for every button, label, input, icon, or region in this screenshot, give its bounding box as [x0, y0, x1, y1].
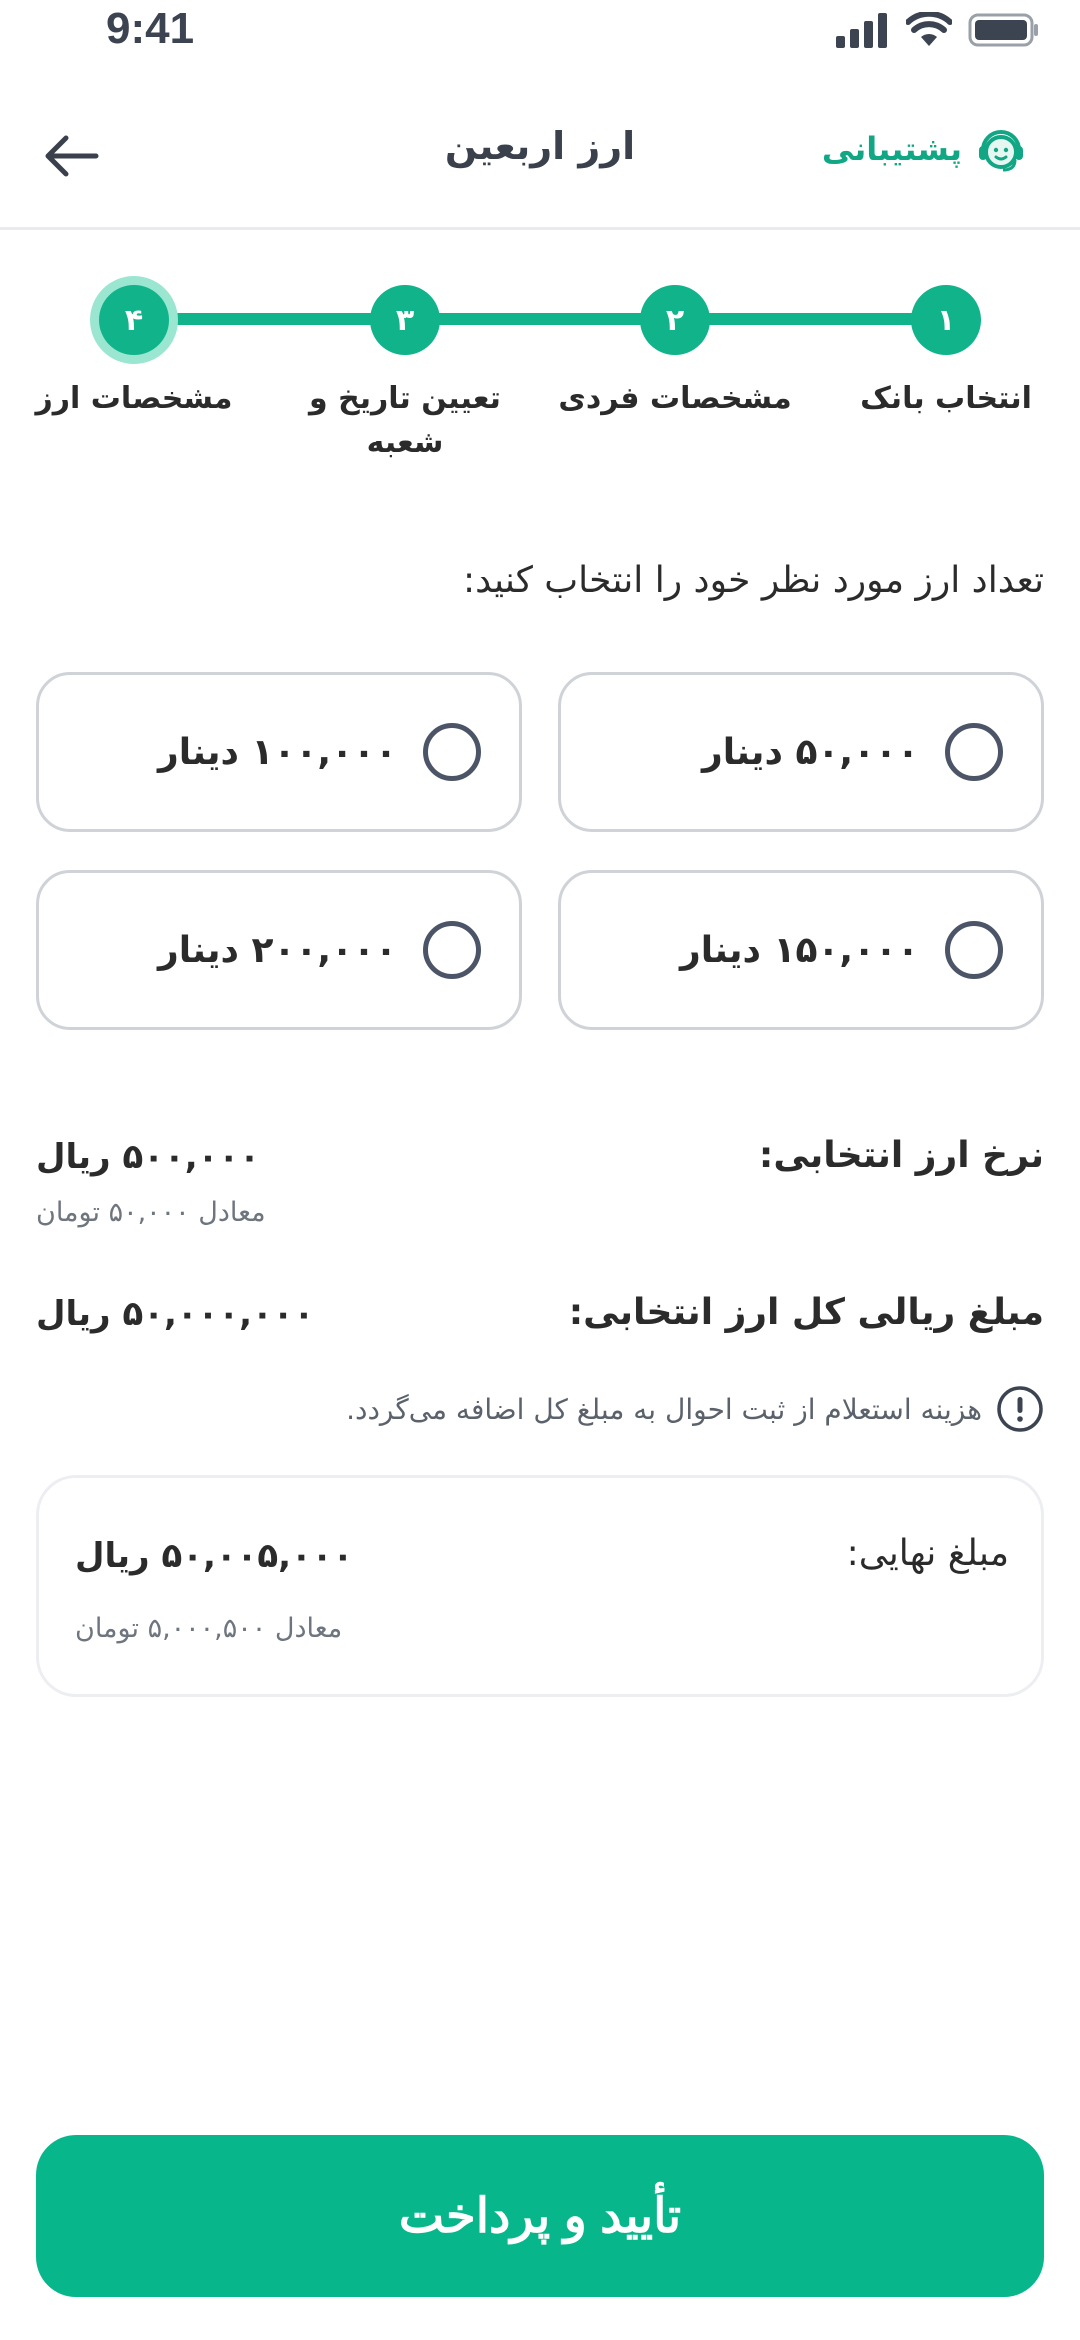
final-label: مبلغ نهایی: [846, 1533, 1009, 1574]
option-200000-dinar[interactable]: ۲۰۰,۰۰۰ دینار [36, 870, 522, 1030]
radio-button[interactable] [945, 921, 1003, 979]
total-value: ۵۰,۰۰۰,۰۰۰ ریال [36, 1294, 315, 1334]
option-150000-dinar[interactable]: ۱۵۰,۰۰۰ دینار [558, 870, 1044, 1030]
option-100000-dinar[interactable]: ۱۰۰,۰۰۰ دینار [36, 672, 522, 832]
inquiry-fee-notice: هزینه استعلام از ثبت احوال به مبلغ کل اض… [346, 1385, 1044, 1433]
app-header: ارز اربعین پشتیبانی [0, 90, 1080, 230]
step-4-number: ۴ [99, 285, 169, 355]
status-time: 9:41 [106, 4, 195, 53]
confirm-and-pay-button[interactable]: تأیید و پرداخت [36, 2135, 1044, 2297]
step-4: ۴ مشخصات ارز [0, 275, 269, 421]
support-button[interactable]: پشتیبانی [822, 122, 1028, 176]
step-1-number: ۱ [911, 285, 981, 355]
notice-text: هزینه استعلام از ثبت احوال به مبلغ کل اض… [346, 1392, 982, 1426]
option-50000-dinar[interactable]: ۵۰,۰۰۰ دینار [558, 672, 1044, 832]
radio-button[interactable] [423, 921, 481, 979]
battery-icon [968, 13, 1038, 47]
support-label: پشتیبانی [821, 130, 962, 168]
step-2-number: ۲ [640, 285, 710, 355]
step-1: ۱ انتخاب بانک [811, 275, 1080, 421]
total-label: مبلغ ریالی کل ارز انتخابی: [568, 1292, 1044, 1333]
radio-button[interactable] [945, 723, 1003, 781]
amount-question: تعداد ارز مورد نظر خود را انتخاب کنید: [462, 560, 1044, 601]
step-3: ۳ تعیین تاریخ و شعبه [270, 275, 540, 464]
option-label: ۱۵۰,۰۰۰ دینار [680, 929, 919, 971]
final-equivalent: معادل ۵,۰۰۰,۵۰۰ تومان [75, 1613, 343, 1644]
step-3-number: ۳ [370, 285, 440, 355]
option-label: ۵۰,۰۰۰ دینار [701, 731, 919, 773]
info-icon [997, 1386, 1043, 1432]
step-2: ۲ مشخصات فردی [540, 275, 810, 421]
status-icons [834, 10, 1040, 50]
rate-label: نرخ ارز انتخابی: [758, 1135, 1044, 1176]
status-bar: 9:41 [0, 0, 1080, 70]
rate-value: ۵۰۰,۰۰۰ ریال [36, 1137, 260, 1177]
wifi-icon [906, 12, 952, 46]
option-label: ۱۰۰,۰۰۰ دینار [158, 731, 397, 773]
step-1-label: انتخاب بانک [860, 381, 1032, 416]
support-agent-icon [979, 130, 1023, 172]
step-4-label: مشخصات ارز [35, 381, 233, 416]
rate-equivalent: معادل ۵۰,۰۰۰ تومان [36, 1197, 266, 1228]
radio-button[interactable] [423, 723, 481, 781]
final-amount-card: مبلغ نهایی: ۵۰,۰۰۵,۰۰۰ ریال معادل ۵,۰۰۰,… [36, 1475, 1044, 1697]
option-label: ۲۰۰,۰۰۰ دینار [158, 929, 397, 971]
step-2-label: مشخصات فردی [558, 381, 792, 416]
signal-icon [836, 13, 887, 48]
step-3-label: تعیین تاریخ و شعبه [309, 381, 501, 460]
progress-stepper: ۱ انتخاب بانک ۲ مشخصات فردی ۳ تعیین تاری… [0, 275, 1080, 495]
final-value: ۵۰,۰۰۵,۰۰۰ ریال [75, 1536, 354, 1576]
